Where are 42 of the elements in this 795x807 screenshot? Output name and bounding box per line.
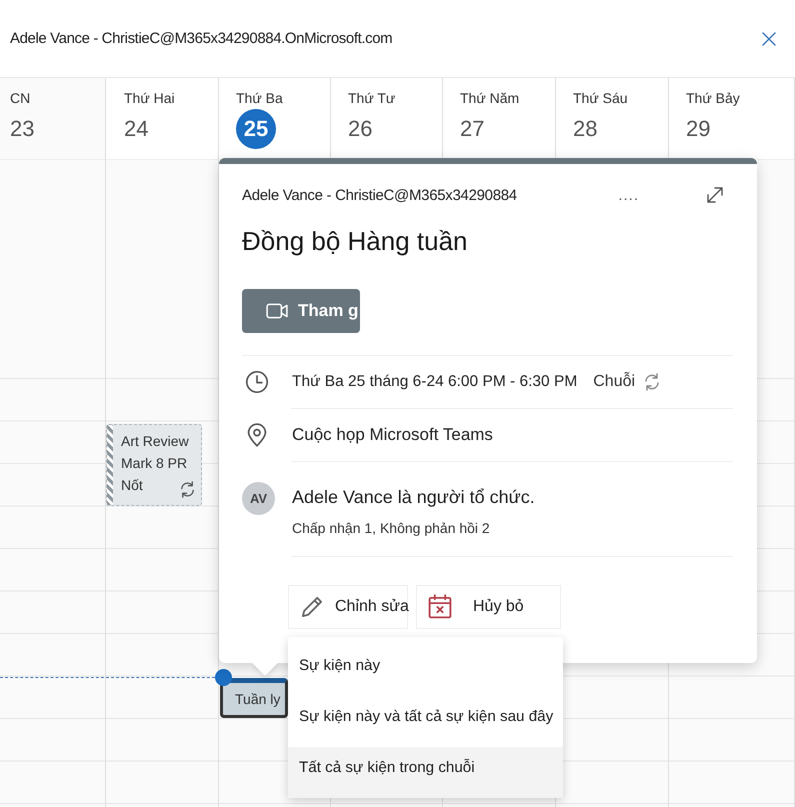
day-name: Thứ Tư — [348, 90, 396, 106]
close-icon[interactable] — [761, 30, 777, 46]
join-button[interactable]: Tham g — [242, 289, 360, 333]
window-title: Adele Vance - ChristieC@M365x34290884.OnMicrosoft.com — [10, 30, 392, 47]
event-text: Nốt — [121, 476, 143, 495]
day-name: Thứ Bảy — [686, 90, 740, 106]
event-card[interactable]: Tuần ly — [220, 678, 288, 718]
edit-button[interactable]: Chỉnh sửa — [288, 585, 408, 629]
avatar: AV — [242, 482, 275, 515]
day-name: Thứ Ba — [236, 90, 283, 106]
menu-item[interactable]: Sự kiện này và tất cả sự kiện sau đây — [288, 696, 563, 747]
calendar-cancel-icon — [427, 594, 453, 620]
event-card[interactable]: Art Review Mark 8 PR Nốt — [106, 424, 202, 506]
menu-item[interactable]: Sự kiện này — [288, 645, 563, 696]
event-title: Đồng bộ Hàng tuần — [242, 226, 469, 257]
pencil-icon — [299, 594, 325, 620]
day-name: Thứ Năm — [460, 90, 520, 106]
event-text: Art Review — [121, 432, 189, 451]
day-number[interactable]: 23 — [10, 116, 34, 142]
day-number[interactable]: 29 — [686, 116, 710, 142]
more-button[interactable]: .... — [614, 186, 643, 204]
event-text: Mark 8 PR — [121, 454, 188, 473]
expand-icon[interactable] — [705, 185, 725, 205]
clock-icon — [245, 370, 269, 394]
day-number[interactable]: 25 — [236, 109, 276, 149]
day-name: Thứ Hai — [124, 90, 175, 106]
organizer-text: Adele Vance là người tổ chức. — [292, 487, 535, 508]
day-name: Thứ Sáu — [573, 90, 628, 106]
day-number[interactable]: 24 — [124, 116, 148, 142]
response-summary: Chấp nhận 1, Không phản hồi 2 — [292, 520, 491, 536]
series-label: Chuỗi — [593, 373, 636, 391]
cancel-button[interactable]: Hủy bỏ — [416, 585, 561, 629]
event-time: Thứ Ba 25 tháng 6-24 6:00 PM - 6:30 PM — [292, 373, 578, 391]
menu-item[interactable]: Tất cả sự kiện trong chuỗi — [288, 747, 563, 798]
day-number[interactable]: 26 — [348, 116, 372, 142]
day-number[interactable]: 27 — [460, 116, 484, 142]
day-number[interactable]: 28 — [573, 116, 598, 142]
account-label: Adele Vance - ChristieC@M365x34290884 — [242, 186, 517, 204]
location-pin-icon — [245, 423, 269, 447]
event-text: Tuần ly — [235, 690, 280, 709]
day-name: CN — [10, 90, 30, 106]
event-location: Cuộc họp Microsoft Teams — [292, 425, 493, 445]
